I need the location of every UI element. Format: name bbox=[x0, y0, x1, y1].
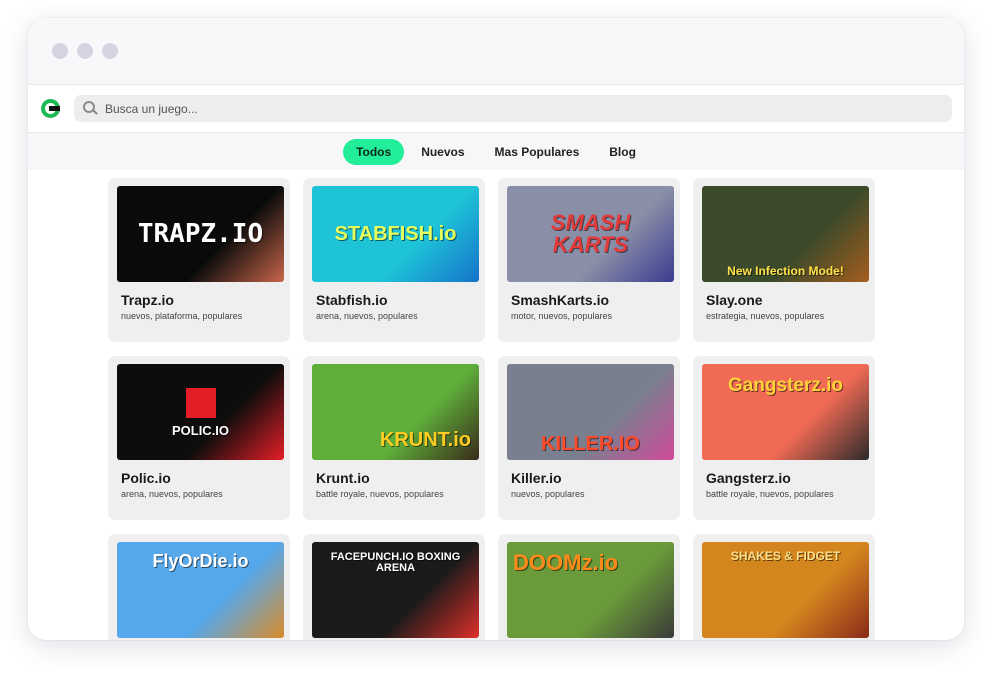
game-card[interactable]: POLIC.IO Polic.io arena, nuevos, popular… bbox=[108, 356, 290, 520]
game-thumbnail-text: FlyOrDie.io bbox=[152, 551, 249, 571]
game-thumbnail[interactable]: New Infection Mode! bbox=[702, 186, 869, 282]
game-thumbnail[interactable]: SMASH KARTS bbox=[507, 186, 674, 282]
game-thumbnail-text: FACEPUNCH.IO BOXING ARENA bbox=[330, 551, 461, 574]
game-card[interactable]: DOOMz.io bbox=[498, 534, 680, 640]
game-thumbnail[interactable]: STABFISH.io bbox=[312, 186, 479, 282]
game-card[interactable]: SMASH KARTS SmashKarts.io motor, nuevos,… bbox=[498, 178, 680, 342]
game-card[interactable]: FACEPUNCH.IO BOXING ARENA bbox=[303, 534, 485, 640]
nav-todos[interactable]: Todos bbox=[343, 138, 405, 165]
game-thumbnail-text: POLIC.IO bbox=[171, 422, 230, 438]
game-thumbnail[interactable]: KILLER.IO bbox=[507, 364, 674, 460]
game-title[interactable]: Polic.io bbox=[117, 470, 282, 486]
nav-nuevos[interactable]: Nuevos bbox=[408, 139, 477, 165]
game-card[interactable]: Gangsterz.io Gangsterz.io battle royale,… bbox=[693, 356, 875, 520]
game-thumbnail-text: KRUNT.io bbox=[379, 429, 471, 451]
game-thumbnail-text: SMASH KARTS bbox=[550, 210, 631, 257]
game-title[interactable]: Stabfish.io bbox=[312, 292, 477, 308]
game-thumbnail[interactable]: DOOMz.io bbox=[507, 542, 674, 638]
game-thumbnail[interactable]: Gangsterz.io bbox=[702, 364, 869, 460]
nav-mas-populares[interactable]: Mas Populares bbox=[482, 139, 593, 165]
game-card[interactable]: New Infection Mode! Slay.one estrategia,… bbox=[693, 178, 875, 342]
game-tags: battle royale, nuevos, populares bbox=[316, 489, 444, 499]
game-tags: arena, nuevos, populares bbox=[121, 489, 223, 499]
game-thumbnail[interactable]: FACEPUNCH.IO BOXING ARENA bbox=[312, 542, 479, 638]
game-title[interactable]: Gangsterz.io bbox=[702, 470, 867, 486]
game-thumbnail[interactable]: SHAKES & FIDGET bbox=[702, 542, 869, 638]
game-card[interactable]: TRAPZ.IO Trapz.io nuevos, plataforma, po… bbox=[108, 178, 290, 342]
search-input[interactable]: Busca un juego... bbox=[74, 95, 952, 122]
category-nav: Todos Nuevos Mas Populares Blog bbox=[28, 133, 964, 170]
game-card[interactable]: KRUNT.io Krunt.io battle royale, nuevos,… bbox=[303, 356, 485, 520]
browser-window: Busca un juego... Todos Nuevos Mas Popul… bbox=[28, 18, 964, 640]
game-card[interactable]: FlyOrDie.io bbox=[108, 534, 290, 640]
game-card[interactable]: KILLER.IO Killer.io nuevos, populares bbox=[498, 356, 680, 520]
game-thumbnail-text: TRAPZ.IO bbox=[137, 219, 264, 249]
game-thumbnail-text: STABFISH.io bbox=[334, 223, 457, 245]
site-header: Busca un juego... bbox=[28, 85, 964, 133]
game-card[interactable]: SHAKES & FIDGET bbox=[693, 534, 875, 640]
game-thumbnail-text: DOOMz.io bbox=[513, 550, 619, 575]
search-placeholder: Busca un juego... bbox=[105, 101, 198, 116]
game-title[interactable]: Trapz.io bbox=[117, 292, 282, 308]
game-thumbnail[interactable]: POLIC.IO bbox=[117, 364, 284, 460]
window-close-dot[interactable] bbox=[52, 43, 68, 59]
game-thumbnail[interactable]: TRAPZ.IO bbox=[117, 186, 284, 282]
game-thumbnail-text: Gangsterz.io bbox=[727, 375, 844, 396]
game-thumbnail-text: New Infection Mode! bbox=[727, 264, 844, 278]
game-title[interactable]: Killer.io bbox=[507, 470, 672, 486]
game-title[interactable]: Krunt.io bbox=[312, 470, 477, 486]
game-tags: nuevos, plataforma, populares bbox=[121, 311, 243, 321]
window-minimize-dot[interactable] bbox=[77, 43, 93, 59]
game-thumbnail-text: KILLER.IO bbox=[541, 433, 640, 455]
game-title[interactable]: SmashKarts.io bbox=[507, 292, 672, 308]
window-titlebar bbox=[28, 18, 964, 85]
game-grid: TRAPZ.IO Trapz.io nuevos, plataforma, po… bbox=[108, 178, 878, 640]
game-title[interactable]: Slay.one bbox=[702, 292, 867, 308]
game-tags: battle royale, nuevos, populares bbox=[706, 489, 834, 499]
search-icon bbox=[83, 101, 98, 116]
game-thumbnail[interactable]: FlyOrDie.io bbox=[117, 542, 284, 638]
game-tags: estrategia, nuevos, populares bbox=[706, 311, 825, 321]
polic-cube-icon bbox=[185, 387, 216, 418]
site-logo-icon[interactable] bbox=[41, 99, 60, 118]
game-thumbnail[interactable]: KRUNT.io bbox=[312, 364, 479, 460]
game-tags: arena, nuevos, populares bbox=[316, 311, 418, 321]
game-thumbnail-text: SHAKES & FIDGET bbox=[730, 549, 841, 563]
game-tags: nuevos, populares bbox=[511, 489, 585, 499]
game-tags: motor, nuevos, populares bbox=[511, 311, 613, 321]
window-maximize-dot[interactable] bbox=[102, 43, 118, 59]
game-card[interactable]: STABFISH.io Stabfish.io arena, nuevos, p… bbox=[303, 178, 485, 342]
nav-blog[interactable]: Blog bbox=[596, 139, 649, 165]
